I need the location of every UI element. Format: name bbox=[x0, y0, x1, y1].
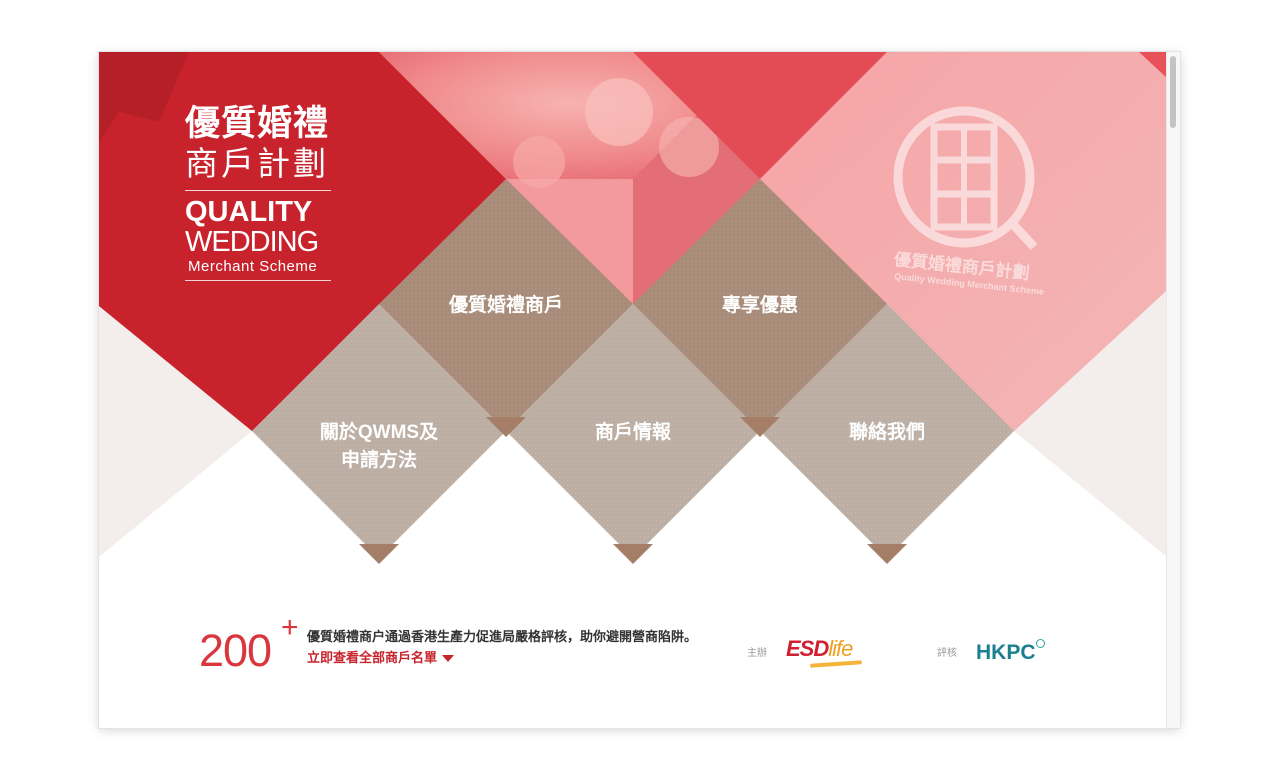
scrollbar-thumb[interactable] bbox=[1170, 56, 1176, 128]
logo-divider bbox=[185, 190, 331, 191]
assessor-label: 評核 bbox=[937, 648, 957, 659]
logo-title-zh-1: 優質婚禮 bbox=[185, 104, 330, 143]
nav-about-line1: 關於QWMS及 bbox=[319, 422, 439, 443]
pointer-about bbox=[359, 544, 399, 564]
merchant-count-plus: + bbox=[281, 611, 299, 644]
nav-about-qwms[interactable]: 關於QWMS及 申請方法 bbox=[302, 419, 456, 475]
nav-merchant-info[interactable]: 商戶情報 bbox=[556, 419, 710, 447]
view-all-merchants-link[interactable]: 立即查看全部商戶名單 bbox=[307, 647, 455, 666]
footer-info-bar: 200 + 優質婚禮商户通過香港生產力促進局嚴格評核，助你避開營商陷阱。 立即查… bbox=[99, 592, 1167, 728]
hkpc-logo-text: HKPC bbox=[976, 641, 1036, 664]
scheme-logo[interactable]: 優質婚禮 商戶計劃 QUALITY WEDDING Merchant Schem… bbox=[185, 104, 331, 281]
nav-exclusive-offers[interactable]: 專享優惠 bbox=[683, 292, 837, 320]
merchant-count-number: 200 bbox=[199, 625, 272, 676]
logo-title-zh-2: 商戶計劃 bbox=[185, 145, 329, 182]
logo-title-en-1: QUALITY bbox=[185, 196, 313, 228]
pointer-contact bbox=[867, 544, 907, 564]
view-all-label: 立即查看全部商戶名單 bbox=[307, 650, 438, 665]
vertical-scrollbar[interactable] bbox=[1166, 52, 1180, 728]
esdlife-swoosh-icon bbox=[809, 660, 863, 668]
logo-title-en-2: WEDDING bbox=[185, 226, 319, 258]
page-viewport: 優質婚禮商戶計劃 Quality Wedding Merchant Scheme… bbox=[99, 52, 1167, 728]
caret-down-icon bbox=[442, 655, 455, 663]
esdlife-logo-life: life bbox=[828, 636, 853, 661]
logo-divider-bottom bbox=[185, 280, 331, 281]
browser-window: 優質婚禮商戶計劃 Quality Wedding Merchant Scheme… bbox=[99, 52, 1180, 728]
pointer-merchant-info bbox=[613, 544, 653, 564]
organiser-label: 主辦 bbox=[747, 648, 767, 659]
esdlife-logo[interactable]: ESDlife bbox=[786, 636, 863, 668]
nav-contact-us[interactable]: 聯絡我們 bbox=[810, 419, 964, 447]
hkpc-logo[interactable]: HKPC bbox=[976, 639, 1045, 665]
esdlife-logo-esd: ESD bbox=[786, 636, 829, 661]
hkpc-mark-icon bbox=[1035, 639, 1045, 648]
merchant-count: 200 + bbox=[199, 611, 299, 677]
logo-title-en-3: Merchant Scheme bbox=[188, 258, 318, 275]
footer-description: 優質婚禮商户通過香港生產力促進局嚴格評核，助你避開營商陷阱。 bbox=[307, 629, 698, 644]
nav-about-line2: 申請方法 bbox=[340, 450, 417, 471]
nav-quality-merchants[interactable]: 優質婚禮商戶 bbox=[429, 292, 583, 320]
